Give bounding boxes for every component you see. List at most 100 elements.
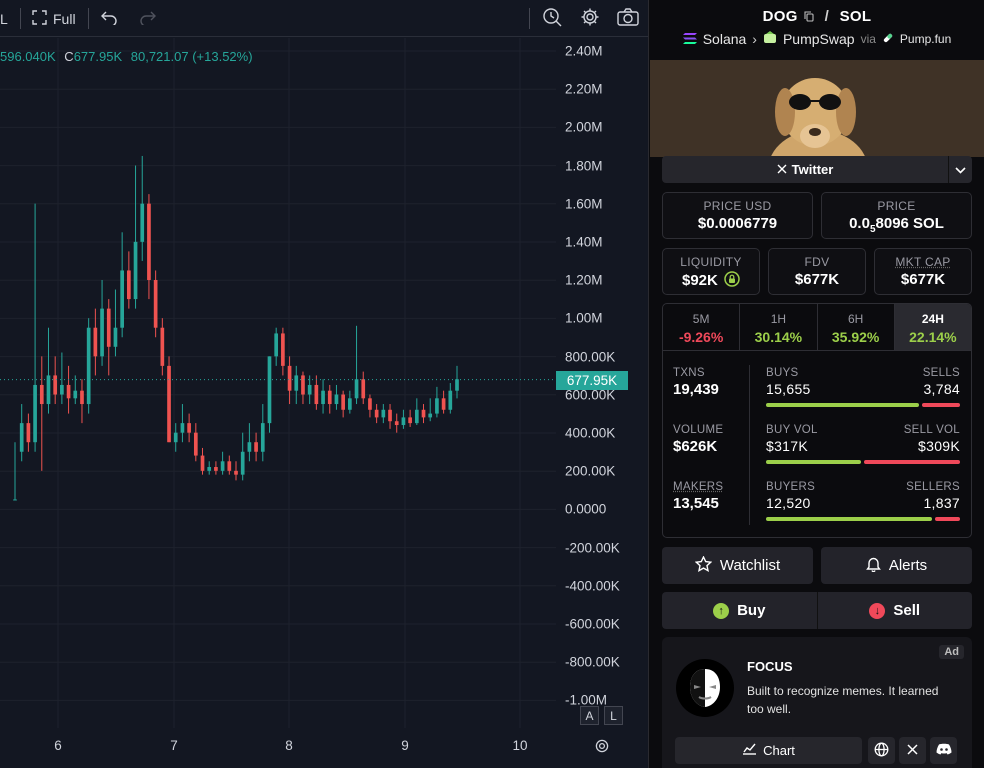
candle bbox=[395, 414, 399, 433]
interval-button[interactable]: L bbox=[0, 0, 8, 37]
socials-dropdown-button[interactable] bbox=[948, 156, 972, 183]
alerts-button[interactable]: Alerts bbox=[821, 547, 972, 584]
trade-stats: TXNS 19,439 VOLUME $626K MAKERS 13,545 B… bbox=[662, 351, 972, 538]
toolbar-divider bbox=[529, 8, 530, 29]
sells-label: SELLS bbox=[923, 367, 960, 379]
buy-sell-volume-stat: BUY VOL SELL VOL $317K $309K bbox=[766, 424, 960, 464]
redo-button[interactable] bbox=[139, 0, 156, 37]
ad-title: FOCUS bbox=[747, 659, 793, 674]
liquidity-value: $92K bbox=[663, 271, 759, 291]
tab-24h[interactable]: 24H 22.14% bbox=[895, 304, 971, 350]
candle bbox=[47, 328, 51, 414]
redo-icon bbox=[139, 10, 156, 28]
lock-icon[interactable] bbox=[724, 271, 740, 291]
focus-logo bbox=[676, 659, 734, 717]
sells-value: 3,784 bbox=[923, 381, 960, 397]
buy-button[interactable]: ↑ Buy bbox=[662, 592, 818, 629]
price-usd-value: $0.0006779 bbox=[663, 215, 812, 232]
candle bbox=[207, 461, 211, 474]
price-axis-tick: -200.00K bbox=[565, 540, 620, 555]
candle bbox=[428, 398, 432, 421]
pair-separator: / bbox=[825, 8, 829, 25]
candle bbox=[388, 404, 392, 429]
buy-volume-bar bbox=[766, 460, 861, 464]
candle bbox=[408, 410, 412, 427]
tab-5m[interactable]: 5M -9.26% bbox=[663, 304, 740, 350]
price-native-prefix: 0.0 bbox=[849, 215, 870, 232]
tab-6h[interactable]: 6H 35.92% bbox=[818, 304, 895, 350]
candle bbox=[261, 404, 265, 461]
buyers-value: 12,520 bbox=[766, 495, 811, 511]
ad-discord-button[interactable] bbox=[930, 737, 957, 764]
candle bbox=[100, 280, 104, 366]
candle bbox=[381, 404, 385, 423]
buys-label: BUYS bbox=[766, 367, 799, 379]
volume-ratio-bar bbox=[766, 460, 960, 464]
toolbar-divider bbox=[20, 8, 21, 29]
ad-x-button[interactable] bbox=[899, 737, 926, 764]
twitter-button[interactable]: Twitter bbox=[662, 156, 948, 183]
buyers-bar bbox=[766, 517, 932, 521]
auto-scale-button[interactable]: A bbox=[580, 706, 599, 725]
tab-1h[interactable]: 1H 30.14% bbox=[740, 304, 817, 350]
price-usd-box: PRICE USD $0.0006779 bbox=[662, 192, 813, 239]
log-scale-button[interactable]: L bbox=[604, 706, 623, 725]
liquidity-amount: $92K bbox=[682, 272, 718, 289]
chain-link[interactable]: Solana bbox=[703, 31, 747, 47]
sell-volume-label: SELL VOL bbox=[904, 424, 960, 436]
candle bbox=[448, 383, 452, 414]
fullscreen-button[interactable]: Full bbox=[32, 0, 76, 37]
undo-button[interactable] bbox=[101, 0, 118, 37]
makers-label: MAKERS bbox=[673, 481, 723, 493]
ad-chart-button[interactable]: Chart bbox=[675, 737, 862, 764]
dex-link[interactable]: PumpSwap bbox=[783, 31, 855, 47]
makers-value: 13,545 bbox=[673, 495, 723, 512]
launchpad-link[interactable]: Pump.fun bbox=[900, 32, 951, 46]
price-usd-label: PRICE USD bbox=[663, 199, 812, 213]
ad-badge: Ad bbox=[939, 645, 964, 659]
ad-website-button[interactable] bbox=[868, 737, 895, 764]
price-axis-tick: 400.00K bbox=[565, 426, 615, 441]
quick-search-button[interactable] bbox=[542, 0, 562, 37]
pair-title: DOG / SOL bbox=[649, 8, 984, 26]
txns-value: 19,439 bbox=[673, 381, 719, 398]
candle bbox=[422, 404, 426, 423]
price-axis-tick: -400.00K bbox=[565, 578, 620, 593]
chart-pane[interactable]: L Full 596.040K C677.95K 80,721.07 (+13.… bbox=[0, 0, 648, 768]
price-axis-tick: 800.00K bbox=[565, 349, 615, 364]
sellers-value: 1,837 bbox=[923, 495, 960, 511]
candle bbox=[341, 391, 345, 418]
candle bbox=[60, 353, 64, 405]
tab-24h-label: 24H bbox=[895, 312, 971, 326]
candle bbox=[435, 387, 439, 418]
sell-button[interactable]: ↓ Sell bbox=[818, 592, 973, 629]
candle bbox=[361, 372, 365, 404]
tab-6h-change: 35.92% bbox=[818, 329, 894, 345]
dog-with-sunglasses-image bbox=[650, 60, 984, 157]
camera-icon bbox=[617, 8, 639, 29]
candle bbox=[442, 391, 446, 414]
gear-icon bbox=[594, 741, 610, 758]
price-axis-tick: -800.00K bbox=[565, 655, 620, 670]
screenshot-button[interactable] bbox=[617, 0, 639, 37]
copy-icon[interactable] bbox=[804, 9, 814, 26]
time-axis-tick: 8 bbox=[285, 738, 293, 753]
time-axis-tick: 10 bbox=[512, 738, 527, 753]
candle bbox=[181, 404, 185, 442]
settings-button[interactable] bbox=[580, 0, 600, 37]
toolbar-divider bbox=[88, 8, 89, 29]
candlestick-plot[interactable] bbox=[0, 38, 556, 728]
candle bbox=[87, 318, 91, 413]
timeframe-tabs: 5M -9.26% 1H 30.14% 6H 35.92% 24H 22.14% bbox=[662, 303, 972, 351]
candle bbox=[415, 398, 419, 425]
watchlist-button[interactable]: Watchlist bbox=[662, 547, 813, 584]
sell-label: Sell bbox=[893, 602, 920, 619]
quote-symbol: SOL bbox=[840, 8, 872, 25]
sponsored-ad: Ad FOCUS Built to recognize memes. It le… bbox=[662, 637, 972, 768]
candle bbox=[53, 356, 57, 404]
time-axis[interactable]: 6 7 8 9 10 bbox=[0, 728, 556, 768]
buys-value: 15,655 bbox=[766, 381, 811, 397]
time-axis-tick: 6 bbox=[54, 738, 62, 753]
buys-bar bbox=[766, 403, 919, 407]
axis-settings-button[interactable] bbox=[594, 738, 610, 759]
